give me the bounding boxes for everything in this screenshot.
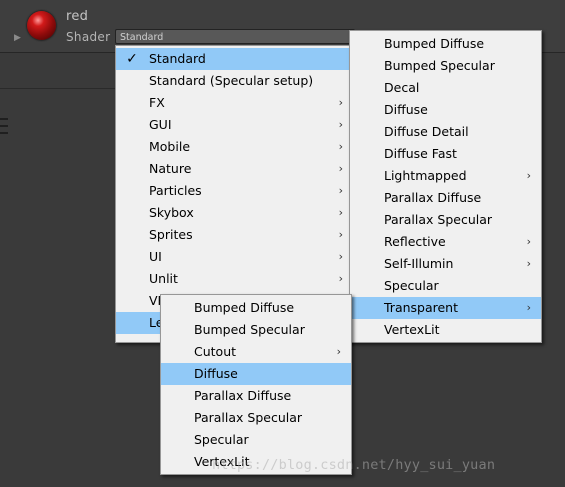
- legacy-menu-item-diffuse-fast[interactable]: Diffuse Fast: [350, 143, 541, 165]
- shader-dropdown[interactable]: Standard: [115, 29, 355, 44]
- legacy-menu-item-bumped-diffuse[interactable]: Bumped Diffuse: [350, 33, 541, 55]
- submenu-arrow-icon: ›: [338, 118, 343, 131]
- submenu-arrow-icon: ›: [338, 184, 343, 197]
- shader-menu-item-unlit[interactable]: Unlit ›: [116, 268, 350, 290]
- legacy-menu-item-lightmapped[interactable]: Lightmapped ›: [350, 165, 541, 187]
- shader-menu-item-label: UI: [149, 249, 162, 264]
- transparent-menu-item-label: Diffuse: [194, 366, 238, 381]
- submenu-arrow-icon: ›: [336, 345, 341, 358]
- legacy-menu-item-label: Lightmapped: [384, 168, 467, 183]
- submenu-arrow-icon: ›: [338, 140, 343, 153]
- shader-menu-item-standard[interactable]: ✓ Standard: [116, 48, 350, 70]
- transparent-menu-item-bumped-diffuse[interactable]: Bumped Diffuse: [161, 297, 351, 319]
- legacy-menu-item-decal[interactable]: Decal: [350, 77, 541, 99]
- transparent-menu-item-label: Parallax Diffuse: [194, 388, 292, 403]
- legacy-menu-item-label: Self-Illumin: [384, 256, 454, 271]
- legacy-menu-item-label: Reflective: [384, 234, 446, 249]
- submenu-arrow-icon: ›: [526, 301, 531, 314]
- submenu-arrow-icon: ›: [338, 228, 343, 241]
- legacy-menu-item-parallax-diffuse[interactable]: Parallax Diffuse: [350, 187, 541, 209]
- shader-menu-item-label: Sprites: [149, 227, 193, 242]
- submenu-arrow-icon: ›: [338, 162, 343, 175]
- shader-menu-item-ui[interactable]: UI ›: [116, 246, 350, 268]
- legacy-menu-item-label: Parallax Specular: [384, 212, 493, 227]
- legacy-menu-item-label: Bumped Diffuse: [384, 36, 485, 51]
- legacy-menu-item-label: Diffuse Fast: [384, 146, 457, 161]
- shader-menu-item-nature[interactable]: Nature ›: [116, 158, 350, 180]
- shader-menu-item-label: FX: [149, 95, 165, 110]
- shader-menu-item-label: Unlit: [149, 271, 178, 286]
- legacy-menu-item-parallax-specular[interactable]: Parallax Specular: [350, 209, 541, 231]
- shader-menu-item-label: Standard: [149, 51, 206, 66]
- submenu-arrow-icon: ›: [338, 206, 343, 219]
- transparent-menu-item-bumped-specular[interactable]: Bumped Specular: [161, 319, 351, 341]
- legacy-menu-item-label: VertexLit: [384, 322, 440, 337]
- transparent-menu-item-label: Bumped Specular: [194, 322, 305, 337]
- material-preview-sphere: [27, 11, 56, 40]
- transparent-menu-item-label: Cutout: [194, 344, 237, 359]
- shader-menu-item-label: GUI: [149, 117, 172, 132]
- shader-menu-item-particles[interactable]: Particles ›: [116, 180, 350, 202]
- legacy-shaders-submenu: Bumped Diffuse Bumped Specular Decal Diffus…: [349, 30, 542, 343]
- transparent-submenu: Bumped Diffuse Bumped Specular Cutout › Diff…: [160, 294, 352, 475]
- panel-divider: [0, 88, 115, 89]
- shader-menu-item-label: Nature: [149, 161, 192, 176]
- legacy-menu-item-label: Bumped Specular: [384, 58, 495, 73]
- shader-menu-item-sprites[interactable]: Sprites ›: [116, 224, 350, 246]
- legacy-menu-item-bumped-specular[interactable]: Bumped Specular: [350, 55, 541, 77]
- transparent-menu-item-parallax-diffuse[interactable]: Parallax Diffuse: [161, 385, 351, 407]
- submenu-arrow-icon: ›: [338, 272, 343, 285]
- material-name: red: [66, 9, 89, 24]
- submenu-arrow-icon: ›: [526, 169, 531, 182]
- submenu-arrow-icon: ›: [526, 257, 531, 270]
- legacy-menu-item-label: Diffuse: [384, 102, 428, 117]
- shader-menu-item-fx[interactable]: FX ›: [116, 92, 350, 114]
- legacy-menu-item-label: Specular: [384, 278, 439, 293]
- transparent-menu-item-label: Specular: [194, 432, 249, 447]
- legacy-menu-item-vertexlit[interactable]: VertexLit: [350, 319, 541, 341]
- shader-label: Shader: [66, 30, 111, 44]
- transparent-menu-item-specular[interactable]: Specular: [161, 429, 351, 451]
- legacy-menu-item-label: Decal: [384, 80, 420, 95]
- shader-menu-item-gui[interactable]: GUI ›: [116, 114, 350, 136]
- legacy-menu-item-label: Diffuse Detail: [384, 124, 469, 139]
- transparent-menu-item-cutout[interactable]: Cutout ›: [161, 341, 351, 363]
- legacy-menu-item-diffuse[interactable]: Diffuse: [350, 99, 541, 121]
- legacy-menu-item-label: Transparent: [384, 300, 459, 315]
- shader-menu-item-label: Mobile: [149, 139, 191, 154]
- legacy-menu-item-label: Parallax Diffuse: [384, 190, 482, 205]
- legacy-menu-item-specular[interactable]: Specular: [350, 275, 541, 297]
- transparent-menu-item-label: Bumped Diffuse: [194, 300, 295, 315]
- shader-menu-item-label: Skybox: [149, 205, 194, 220]
- shader-menu-item-skybox[interactable]: Skybox ›: [116, 202, 350, 224]
- foldout-triangle-icon[interactable]: ▶: [14, 33, 21, 43]
- legacy-menu-item-reflective[interactable]: Reflective ›: [350, 231, 541, 253]
- shader-menu-item-standard-specular-setup[interactable]: Standard (Specular setup): [116, 70, 350, 92]
- legacy-menu-item-transparent[interactable]: Transparent ›: [350, 297, 541, 319]
- submenu-arrow-icon: ›: [526, 235, 531, 248]
- transparent-menu-item-label: Parallax Specular: [194, 410, 303, 425]
- shader-menu-item-mobile[interactable]: Mobile ›: [116, 136, 350, 158]
- checkmark-icon: ✓: [126, 51, 138, 67]
- submenu-arrow-icon: ›: [338, 96, 343, 109]
- shader-menu-item-label: Particles: [149, 183, 202, 198]
- shader-menu-item-label: Standard (Specular setup): [149, 73, 314, 88]
- submenu-arrow-icon: ›: [338, 250, 343, 263]
- legacy-menu-item-self-illumin[interactable]: Self-Illumin ›: [350, 253, 541, 275]
- panel-edge-handle: [0, 118, 8, 154]
- legacy-menu-item-diffuse-detail[interactable]: Diffuse Detail: [350, 121, 541, 143]
- transparent-menu-item-parallax-specular[interactable]: Parallax Specular: [161, 407, 351, 429]
- watermark-text: https://blog.csdn.net/hyy_sui_yuan: [212, 457, 496, 473]
- transparent-menu-item-diffuse[interactable]: Diffuse: [161, 363, 351, 385]
